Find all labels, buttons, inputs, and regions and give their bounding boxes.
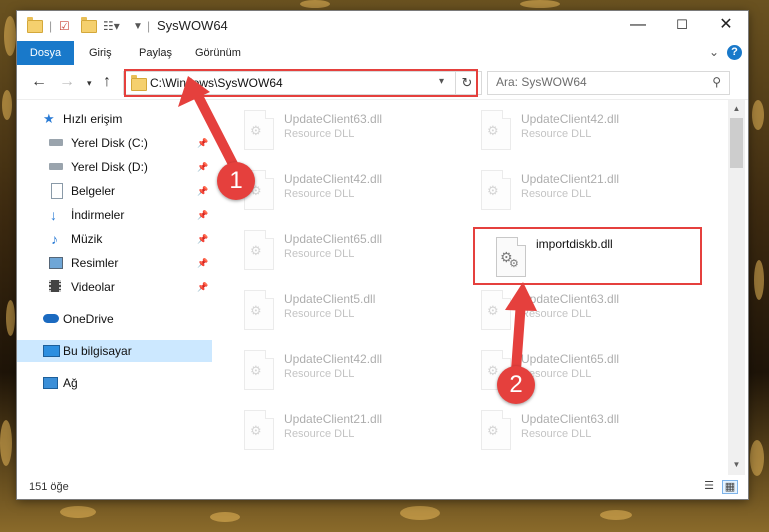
step-badge-1: 1 [217, 162, 255, 200]
annotation-arrows [178, 76, 537, 375]
arrow-2-shaft [511, 297, 526, 375]
arrow-1-shaft [193, 91, 241, 175]
step-badge-2: 2 [497, 366, 535, 404]
arrow-2-head [505, 282, 537, 311]
